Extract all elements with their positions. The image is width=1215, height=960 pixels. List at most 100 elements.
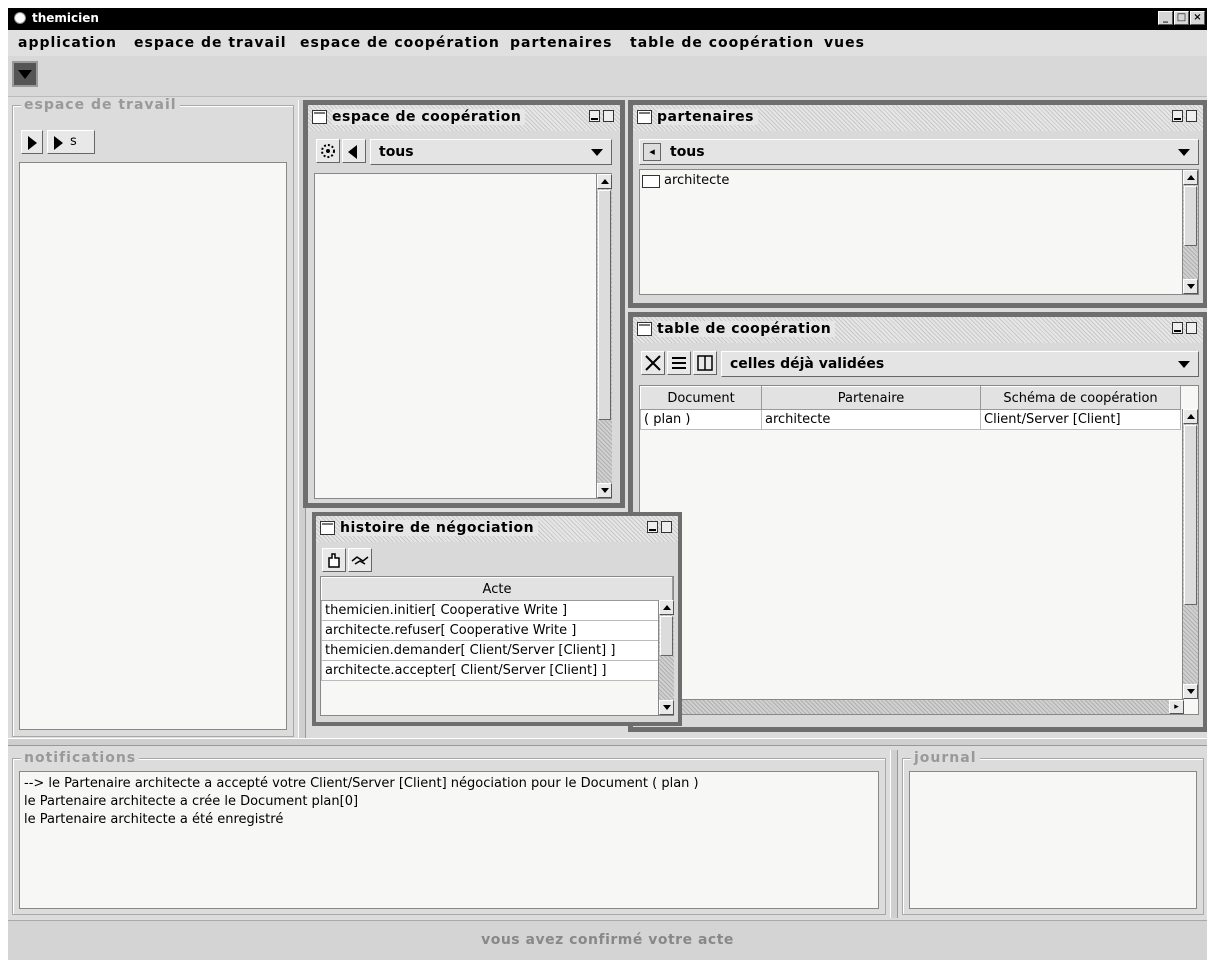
coop-table-titlebar[interactable]: table de coopération [633,317,1203,343]
coop-space-window: espace de coopération tous [303,100,625,508]
table-row[interactable]: themicien.initier[ Cooperative Write ] [321,600,673,621]
maximize-icon[interactable]: □ [1174,11,1189,25]
notifications-panel: notifications --> le Partenaire architec… [12,750,886,915]
partners-filter-select[interactable]: ◂ tous [639,139,1199,165]
table-cell: Client/Server [Client] [980,409,1181,430]
scroll-down-icon[interactable] [659,700,674,715]
maximize-icon[interactable] [1186,110,1197,122]
scroll-up-icon[interactable] [1183,409,1198,424]
window-icon [637,110,652,124]
list-button[interactable] [667,351,691,375]
back-button[interactable] [342,139,366,163]
window-icon [312,110,327,124]
scroll-up-icon[interactable] [659,600,674,615]
gear-icon [321,144,335,158]
negotiation-titlebar[interactable]: histoire de négociation [316,516,678,542]
notification-line: le Partenaire architecte a crée le Docum… [24,794,359,809]
menu-espace-de-travail[interactable]: espace de travail [134,35,287,51]
table-row[interactable]: architecte.refuser[ Cooperative Write ] [321,620,673,641]
handshake-icon [351,556,369,565]
coop-space-titlebar[interactable]: espace de coopération [308,105,620,131]
column-header[interactable]: Document [640,386,762,410]
partner-name: architecte [664,173,730,188]
table-cell: themicien.initier[ Cooperative Write ] [321,600,673,621]
coop-space-filter-select[interactable]: tous [370,139,612,165]
column-header[interactable]: Partenaire [761,386,981,410]
table-cell: ( plan ) [640,409,762,430]
minimize-icon[interactable] [589,110,600,122]
table-header-row: Acte [321,577,673,601]
menu-vues[interactable]: vues [824,35,865,51]
coop-table-hscrollbar[interactable]: ▸ [640,699,1184,714]
tools-button[interactable] [641,351,665,375]
partners-titlebar[interactable]: partenaires [633,105,1203,131]
workspace-area[interactable] [19,162,287,730]
minimize-icon[interactable]: _ [1158,11,1173,25]
menu-table-de-cooperation[interactable]: table de coopération [630,35,814,51]
column-header[interactable]: Acte [321,577,673,601]
notification-line: le Partenaire architecte a été enregistr… [24,812,284,827]
coop-space-list[interactable] [314,173,612,499]
menu-partenaires[interactable]: partenaires [510,35,613,51]
window-icon [320,521,335,535]
close-icon[interactable]: × [1190,11,1205,25]
partners-list[interactable]: architecte [639,169,1199,295]
splitter[interactable] [8,738,1207,746]
scroll-thumb[interactable] [1184,186,1197,246]
title-bar: themicien _ □ × [8,8,1207,30]
play-icon [28,136,37,150]
partners-filter-value: tous [670,144,705,160]
menu-espace-de-cooperation[interactable]: espace de coopération [300,35,500,51]
coop-table-vscrollbar[interactable] [1182,409,1198,699]
scroll-thumb[interactable] [1184,425,1197,605]
scroll-right-icon[interactable]: ▸ [1169,700,1184,714]
notification-line: --> le Partenaire architecte a accepté v… [24,776,699,791]
minimize-icon[interactable] [647,521,658,533]
handshake-button[interactable] [348,548,372,572]
menu-application[interactable]: application [18,35,117,51]
maximize-icon[interactable] [1186,322,1197,334]
chevron-down-icon [18,70,32,79]
chevron-down-icon [1178,361,1190,368]
coop-table-filter-select[interactable]: celles déjà validées [721,351,1199,377]
status-text: vous avez confirmé votre acte [481,932,734,948]
hand-button[interactable] [322,548,346,572]
maximize-icon[interactable] [661,521,672,533]
column-header[interactable]: Schéma de coopération [980,386,1181,410]
chevron-down-icon [591,149,603,156]
list-icon [672,357,686,369]
book-button[interactable] [693,351,717,375]
table-row[interactable]: ( plan ) architecte Client/Server [Clien… [640,409,1181,430]
play-s-label: s [70,134,77,149]
coop-space-title: espace de coopération [332,109,526,125]
scroll-thumb[interactable] [660,616,673,656]
coop-table: Document Partenaire Schéma de coopératio… [640,386,1181,430]
scroll-up-icon[interactable] [597,174,612,189]
coop-space-scrollbar[interactable] [596,174,612,498]
maximize-icon[interactable] [603,110,614,122]
journal-label: journal [911,750,980,766]
dropdown-button[interactable] [12,61,38,87]
table-row[interactable]: architecte.accepter[ Client/Server [Clie… [321,660,673,681]
partners-scrollbar[interactable] [1182,170,1198,294]
window-icon [637,322,652,336]
scroll-down-icon[interactable] [1183,279,1198,294]
splitter[interactable] [890,750,898,918]
play-s-button[interactable]: s [47,130,95,154]
minimize-icon[interactable] [1172,322,1183,334]
table-row[interactable]: themicien.demander[ Client/Server [Clien… [321,640,673,661]
window-title: themicien [32,11,99,25]
cog-button[interactable] [316,139,340,163]
negotiation-table: Acte themicien.initier[ Cooperative Writ… [321,577,673,681]
scroll-up-icon[interactable] [1183,170,1198,185]
status-bar: vous avez confirmé votre acte [8,920,1207,960]
coop-table-area: Document Partenaire Schéma de coopératio… [639,385,1199,715]
scroll-down-icon[interactable] [597,483,612,498]
scroll-thumb[interactable] [598,190,611,420]
minimize-icon[interactable] [1172,110,1183,122]
scroll-down-icon[interactable] [1183,684,1198,699]
folder-icon [642,175,660,188]
negotiation-scrollbar[interactable] [658,600,674,715]
application-window: themicien _ □ × application espace de tr… [8,8,1207,960]
play-button[interactable] [21,130,43,154]
